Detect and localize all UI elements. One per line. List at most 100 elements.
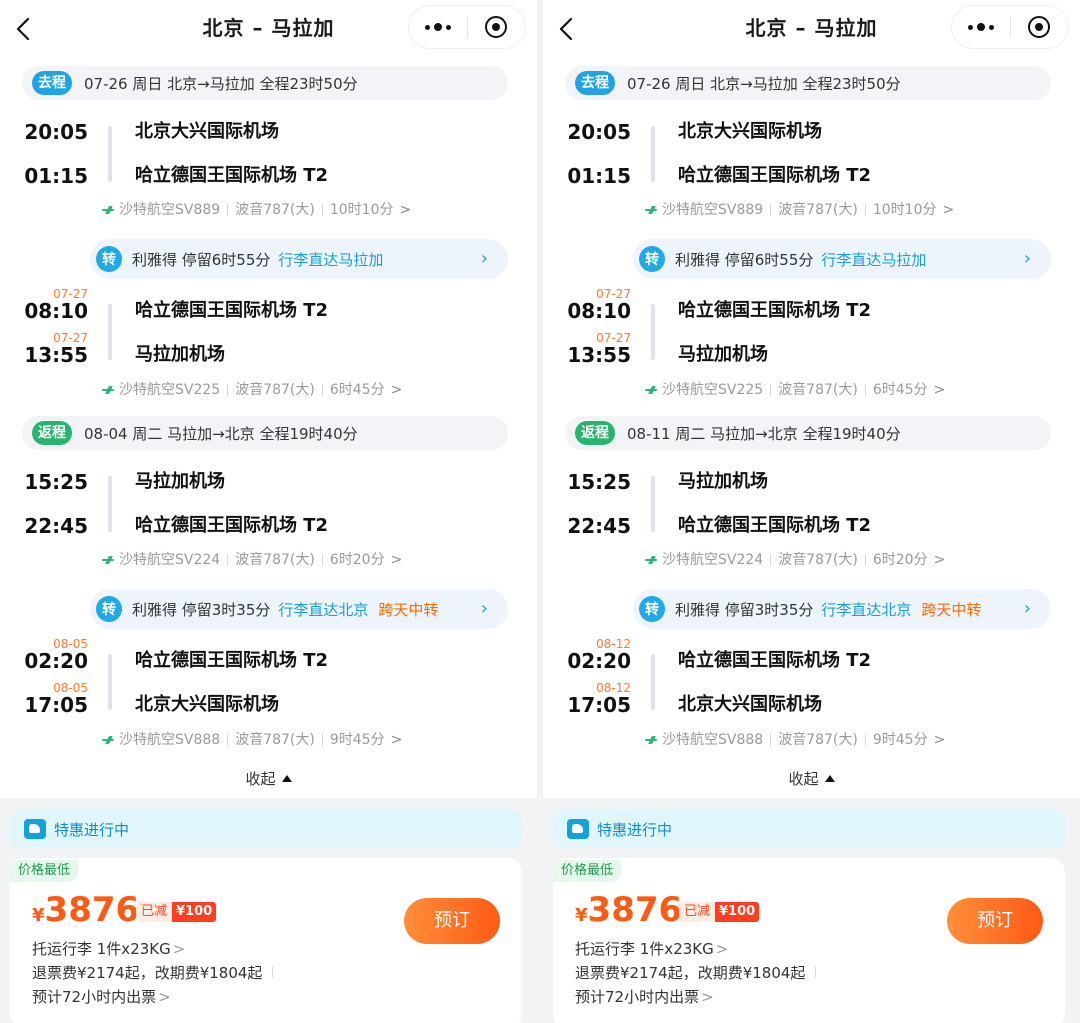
chevron-right-icon: > (701, 988, 714, 1006)
book-button[interactable]: 预订 (404, 898, 500, 944)
outbound-tag: 去程 (575, 71, 615, 95)
promo-text: 特惠进行中 (597, 820, 673, 839)
flight-info-link[interactable]: 沙特航空SV224 波音787(大) 6时20分 > (645, 550, 945, 570)
airline-logo-icon (645, 735, 659, 745)
arrival-time: 13:55 (567, 343, 631, 367)
flight-info-link[interactable]: 沙特航空SV888 波音787(大) 9时45分 > (645, 730, 945, 750)
ticketing-time: 预计72小时内出票 (32, 988, 157, 1006)
chevron-right-icon: > (933, 382, 946, 398)
arrival-airport: 北京大兴国际机场 (678, 694, 822, 715)
more-dots-icon (424, 23, 451, 31)
collapse-button[interactable]: 收起 (543, 768, 1080, 789)
departure-time: 02:20 (24, 649, 88, 673)
departure-time: 15:25 (567, 470, 631, 494)
discount-badge: 已减 ¥100 (136, 902, 217, 922)
departure-airport: 马拉加机场 (135, 471, 225, 492)
camel-icon (24, 819, 46, 839)
baggage-rule: 托运行李 1件x23KG (32, 940, 171, 958)
flight-info-link[interactable]: 沙特航空SV224 波音787(大) 6时20分 > (102, 550, 402, 570)
departure-airport: 哈立德国王国际机场 T2 (678, 300, 872, 321)
segment-line (108, 126, 112, 182)
transfer-bar[interactable]: 转 利雅得 停留6时55分 行李直达马拉加 › (633, 239, 1051, 279)
refund-rule-link[interactable]: 退票费¥2174起，改期费¥1804起 (575, 962, 823, 984)
segment-line (108, 476, 112, 532)
transfer-text: 利雅得 停留6时55分 (675, 250, 814, 269)
transfer-text: 利雅得 停留3时35分 (675, 600, 814, 619)
transfer-bar[interactable]: 转 利雅得 停留3时35分 行李直达北京 跨天中转 › (633, 589, 1051, 629)
book-button[interactable]: 预订 (947, 898, 1043, 944)
ticketing-time: 预计72小时内出票 (575, 988, 700, 1006)
collapse-button[interactable]: 收起 (0, 768, 537, 789)
flight-info-link[interactable]: 沙特航空SV889 波音787(大) 10时10分 > (102, 200, 411, 220)
airline-logo-icon (102, 735, 116, 745)
chevron-right-icon: > (942, 202, 955, 218)
airline-flight: 沙特航空SV224 (119, 552, 221, 568)
departure-time: 20:05 (24, 120, 88, 144)
transfer-badge: 转 (639, 246, 665, 272)
departure-airport: 哈立德国王国际机场 T2 (135, 650, 329, 671)
transfer-bar[interactable]: 转 利雅得 停留6时55分 行李直达马拉加 › (90, 239, 508, 279)
segment-line (108, 304, 112, 360)
chevron-right-icon: > (933, 552, 946, 568)
departure-airport: 马拉加机场 (678, 471, 768, 492)
flight-info-link[interactable]: 沙特航空SV225 波音787(大) 6时45分 > (645, 380, 945, 400)
baggage-rule-link[interactable]: 托运行李 1件x23KG > (575, 938, 728, 960)
flight-duration: 6时20分 (329, 552, 385, 568)
arrival-airport: 哈立德国王国际机场 T2 (135, 165, 329, 186)
flight-segment: 08-05 02:20 哈立德国王国际机场 T2 08-05 17:05 北京大… (0, 638, 537, 788)
segment-line (651, 654, 655, 710)
outbound-summary: 07-26 周日 北京→马拉加 全程23时50分 (84, 74, 358, 93)
aircraft-type: 波音787(大) (235, 732, 315, 748)
departure-airport: 北京大兴国际机场 (678, 121, 822, 142)
aircraft-type: 波音787(大) (235, 202, 315, 218)
transfer-bar[interactable]: 转 利雅得 停留3时35分 行李直达北京 跨天中转 › (90, 589, 508, 629)
more-button[interactable] (409, 6, 467, 48)
caret-up-icon (281, 775, 292, 782)
airline-flight: 沙特航空SV889 (119, 202, 221, 218)
aircraft-type: 波音787(大) (235, 552, 315, 568)
chevron-right-icon: › (480, 598, 488, 619)
ticketing-link[interactable]: 预计72小时内出票 > (32, 986, 171, 1008)
chevron-right-icon: > (158, 988, 171, 1006)
ticketing-link[interactable]: 预计72小时内出票 > (575, 986, 714, 1008)
refund-rule-link[interactable]: 退票费¥2174起，改期费¥1804起 (32, 962, 280, 984)
chevron-right-icon: > (390, 732, 403, 748)
arrival-airport: 马拉加机场 (678, 344, 768, 365)
chevron-right-icon: > (172, 940, 186, 958)
outbound-tag: 去程 (32, 71, 72, 95)
flight-info-link[interactable]: 沙特航空SV225 波音787(大) 6时45分 > (102, 380, 402, 400)
outbound-summary-bar: 去程 07-26 周日 北京→马拉加 全程23时50分 (22, 66, 508, 100)
screen-right: 北京 – 马拉加 去程 07-26 周日 北京→马拉加 全程23时50分 20:… (543, 0, 1080, 1023)
close-miniprogram-button[interactable] (1010, 6, 1068, 48)
arrival-time: 01:15 (24, 164, 88, 188)
flight-info-link[interactable]: 沙特航空SV889 波音787(大) 10时10分 > (645, 200, 954, 220)
overnight-transfer-note: 跨天中转 (378, 600, 439, 619)
departure-time: 08:10 (24, 299, 88, 323)
inbound-summary-bar: 返程 08-11 周二 马拉加→北京 全程19时40分 (565, 416, 1051, 450)
flight-duration: 10时10分 (872, 202, 937, 218)
departure-time: 20:05 (567, 120, 631, 144)
outbound-summary-bar: 去程 07-26 周日 北京→马拉加 全程23时50分 (565, 66, 1051, 100)
nav-header: 北京 – 马拉加 (543, 0, 1080, 58)
close-miniprogram-button[interactable] (467, 6, 525, 48)
discount-label: 已减 (136, 902, 173, 922)
outbound-summary: 07-26 周日 北京→马拉加 全程23时50分 (627, 74, 901, 93)
inbound-tag: 返程 (575, 421, 615, 445)
flight-duration: 9时45分 (329, 732, 385, 748)
aircraft-type: 波音787(大) (778, 552, 858, 568)
chevron-right-icon: > (390, 382, 403, 398)
discount-badge: 已减 ¥100 (679, 902, 760, 922)
arrival-airport: 哈立德国王国际机场 T2 (678, 515, 872, 536)
airline-logo-icon (645, 205, 659, 215)
flight-info-link[interactable]: 沙特航空SV888 波音787(大) 9时45分 > (102, 730, 402, 750)
airline-flight: 沙特航空SV225 (119, 382, 221, 398)
chevron-right-icon: › (480, 248, 488, 269)
flight-duration: 10时10分 (329, 202, 394, 218)
screen-left: 北京 – 马拉加 去程 07-26 周日 北京→马拉加 全程23时50分 20:… (0, 0, 537, 1023)
airline-flight: 沙特航空SV224 (662, 552, 764, 568)
baggage-rule-link[interactable]: 托运行李 1件x23KG > (32, 938, 185, 960)
target-icon (1028, 16, 1051, 38)
more-button[interactable] (952, 6, 1010, 48)
arrival-airport: 哈立德国王国际机场 T2 (678, 165, 872, 186)
segment-line (651, 304, 655, 360)
